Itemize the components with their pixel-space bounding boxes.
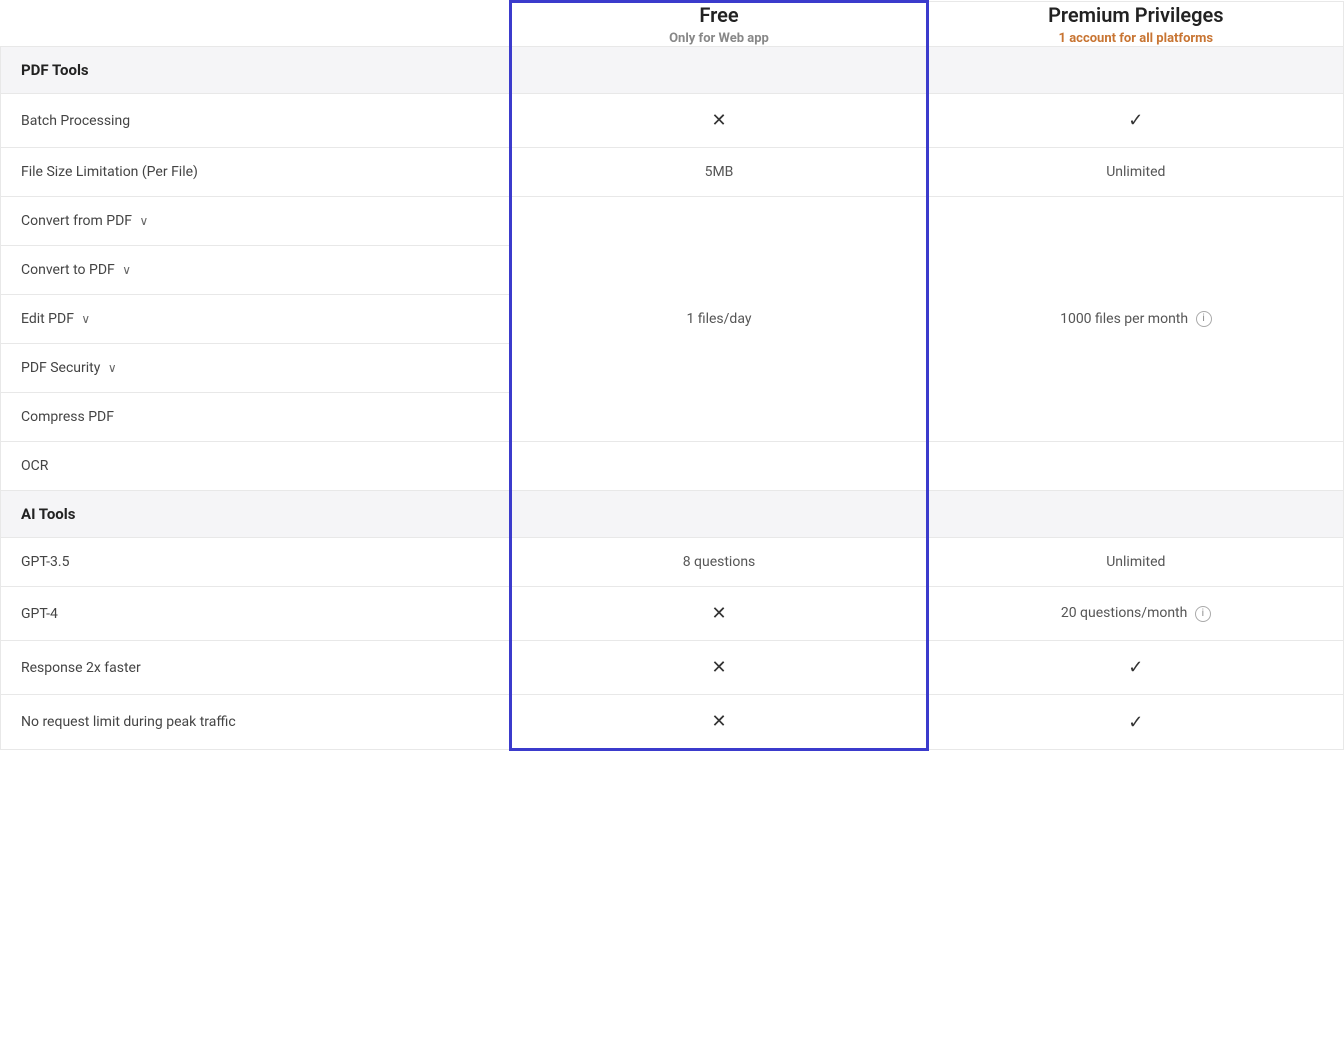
feature-row-file-size: File Size Limitation (Per File)5MBUnlimi… [1,148,1344,197]
premium-value-cell: ✓ [927,695,1343,750]
free-value-cell: 8 questions [511,538,927,587]
premium-plan-subtitle: 1 account for all platforms [929,31,1343,46]
feature-name-cell: GPT-4 [1,587,511,641]
cross-icon: ✕ [711,657,726,678]
cross-icon: ✕ [711,711,726,732]
free-value-cell: 5MB [511,148,927,197]
feature-row-convert-from: Convert from PDF ∨1 files/day1000 files … [1,197,1344,246]
cross-icon: ✕ [711,110,726,131]
feature-name-cell[interactable]: PDF Security ∨ [1,344,511,393]
section-free-cell [511,491,927,538]
free-value-cell: ✕ [511,587,927,641]
check-icon: ✓ [1128,657,1143,678]
free-plan-header: Free Only for Web app [511,2,927,47]
free-value-cell: ✕ [511,695,927,750]
feature-row-batch-processing: Batch Processing ✕ ✓ [1,94,1344,148]
free-plan-name: Free [512,3,925,27]
section-premium-cell [927,47,1343,94]
feature-name-cell: OCR [1,442,511,491]
feature-name-cell: Compress PDF [1,393,511,442]
premium-value-cell: 20 questions/month i [927,587,1343,641]
premium-plan-name: Premium Privileges [929,3,1343,27]
feature-row-gpt4: GPT-4 ✕ 20 questions/month i [1,587,1344,641]
chevron-icon: ∨ [81,312,90,326]
premium-value-cell: Unlimited [927,148,1343,197]
check-icon: ✓ [1128,110,1143,131]
chevron-icon: ∨ [122,263,131,277]
feature-name-cell: Batch Processing [1,94,511,148]
section-label: PDF Tools [1,47,511,94]
section-row-ai-tools: AI Tools [1,491,1344,538]
section-label: AI Tools [1,491,511,538]
feature-row-response-faster: Response 2x faster ✕ ✓ [1,641,1344,695]
premium-empty-cell [927,442,1343,491]
feature-name-cell[interactable]: Convert to PDF ∨ [1,246,511,295]
premium-value-cell: Unlimited [927,538,1343,587]
feature-name-cell[interactable]: Edit PDF ∨ [1,295,511,344]
feature-name-cell: Response 2x faster [1,641,511,695]
chevron-icon: ∨ [140,214,149,228]
premium-value-cell: 1000 files per month i [927,197,1343,442]
premium-value-cell: ✓ [927,94,1343,148]
feature-column-header [1,2,511,47]
section-premium-cell [927,491,1343,538]
feature-name-cell[interactable]: Convert from PDF ∨ [1,197,511,246]
feature-row-gpt35: GPT-3.58 questionsUnlimited [1,538,1344,587]
header-row: Free Only for Web app Premium Privileges… [1,2,1344,47]
info-icon: i [1196,311,1212,327]
cross-icon: ✕ [711,603,726,624]
table-body: PDF ToolsBatch Processing ✕ ✓ File Size Lim… [1,47,1344,750]
info-icon: i [1195,606,1211,622]
free-plan-subtitle: Only for Web app [512,31,925,46]
feature-name-cell: No request limit during peak traffic [1,695,511,750]
free-empty-cell [511,442,927,491]
check-icon: ✓ [1128,712,1143,733]
free-value-cell: ✕ [511,94,927,148]
feature-name-cell: File Size Limitation (Per File) [1,148,511,197]
section-free-cell [511,47,927,94]
free-value-cell: ✕ [511,641,927,695]
free-value-cell: 1 files/day [511,197,927,442]
feature-row-no-request-limit: No request limit during peak traffic ✕ ✓ [1,695,1344,750]
premium-value-cell: ✓ [927,641,1343,695]
section-row-pdf-tools: PDF Tools [1,47,1344,94]
chevron-icon: ∨ [108,361,117,375]
feature-name-cell: GPT-3.5 [1,538,511,587]
premium-plan-header: Premium Privileges 1 account for all pla… [927,2,1343,47]
feature-row-ocr: OCR [1,442,1344,491]
comparison-table: Free Only for Web app Premium Privileges… [0,0,1344,751]
